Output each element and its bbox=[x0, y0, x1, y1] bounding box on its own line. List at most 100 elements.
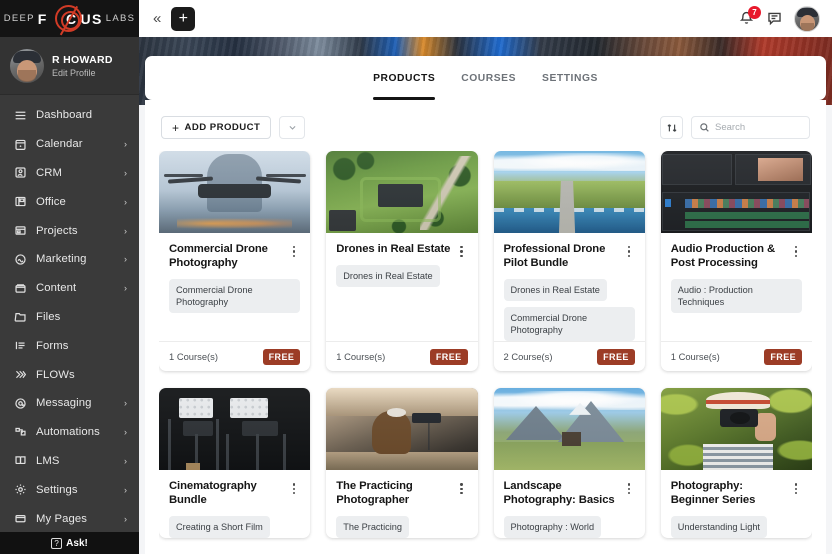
product-card[interactable]: Drones in Real Estate Drones in Real Est… bbox=[326, 151, 477, 371]
chevron-down-icon bbox=[288, 123, 297, 132]
product-card[interactable]: Landscape Photography: Basics Photograph… bbox=[494, 388, 645, 538]
chevron-right-icon: › bbox=[124, 485, 127, 495]
add-product-label: ADD PRODUCT bbox=[184, 122, 260, 133]
brand-labs: LABS bbox=[106, 13, 136, 24]
chat-icon bbox=[766, 10, 783, 27]
product-menu-icon[interactable] bbox=[288, 242, 300, 257]
product-card[interactable]: Photography: Beginner Series Understandi… bbox=[661, 388, 812, 538]
profile-name: R HOWARD bbox=[52, 54, 113, 66]
product-header: Professional Drone Pilot Bundle bbox=[504, 242, 635, 271]
sidebar-item-flows[interactable]: FLOWs bbox=[0, 360, 139, 389]
ask-button[interactable]: ? Ask! bbox=[0, 532, 139, 554]
marketing-icon bbox=[13, 252, 27, 266]
product-title: Photography: Beginner Series bbox=[671, 479, 786, 508]
product-tags: Drones in Real Estate bbox=[336, 265, 467, 287]
quick-add-button[interactable]: + bbox=[171, 7, 195, 31]
product-header: Photography: Beginner Series bbox=[671, 479, 802, 508]
user-avatar-button[interactable] bbox=[794, 6, 820, 32]
product-tag: Photography : World bbox=[504, 516, 602, 538]
sidebar-item-settings[interactable]: Settings › bbox=[0, 475, 139, 504]
product-card[interactable]: Professional Drone Pilot Bundle Drones i… bbox=[494, 151, 645, 371]
product-menu-icon[interactable] bbox=[456, 479, 468, 494]
sort-icon bbox=[666, 122, 678, 134]
tab-courses[interactable]: COURSES bbox=[461, 56, 516, 100]
product-footer: 2 Course(s) FREE bbox=[494, 341, 645, 371]
product-title: Audio Production & Post Processing bbox=[671, 242, 786, 271]
price-badge: FREE bbox=[263, 349, 301, 365]
course-count: 1 Course(s) bbox=[169, 351, 218, 362]
product-menu-icon[interactable] bbox=[623, 479, 635, 494]
gear-icon bbox=[13, 483, 27, 497]
brand-us: US bbox=[81, 11, 103, 27]
chevron-right-icon: › bbox=[124, 197, 127, 207]
tab-products[interactable]: PRODUCTS bbox=[373, 56, 435, 100]
add-product-dropdown-button[interactable] bbox=[279, 116, 305, 139]
product-tag: Commercial Drone Photography bbox=[504, 307, 635, 341]
product-card[interactable]: The Practicing Photographer The Practici… bbox=[326, 388, 477, 538]
price-badge: FREE bbox=[430, 349, 468, 365]
notifications-button[interactable]: 7 bbox=[738, 10, 756, 28]
product-card[interactable]: Audio Production & Post Processing Audio… bbox=[661, 151, 812, 371]
sidebar-item-content[interactable]: Content › bbox=[0, 274, 139, 303]
sidebar-item-marketing[interactable]: Marketing › bbox=[0, 245, 139, 274]
chevron-right-icon: › bbox=[124, 427, 127, 437]
product-body: Audio Production & Post Processing Audio… bbox=[661, 233, 812, 341]
product-header: Commercial Drone Photography bbox=[169, 242, 300, 271]
product-tag: Understanding Light bbox=[671, 516, 767, 538]
sidebar-item-files[interactable]: Files bbox=[0, 303, 139, 332]
sidebar-nav: Dashboard Calendar › CRM › Office › Pro bbox=[0, 95, 139, 532]
add-product-button[interactable]: + ADD PRODUCT bbox=[161, 116, 271, 139]
sidebar-item-label: Marketing bbox=[36, 253, 115, 265]
brand-deep: DEEP bbox=[4, 13, 35, 24]
sidebar-item-office[interactable]: Office › bbox=[0, 187, 139, 216]
search-box[interactable] bbox=[691, 116, 810, 139]
product-menu-icon[interactable] bbox=[288, 479, 300, 494]
sidebar-item-label: LMS bbox=[36, 455, 115, 467]
product-body: Professional Drone Pilot Bundle Drones i… bbox=[494, 233, 645, 341]
product-menu-icon[interactable] bbox=[456, 242, 468, 257]
price-badge: FREE bbox=[764, 349, 802, 365]
at-sign-icon bbox=[13, 396, 27, 410]
sidebar-item-label: Calendar bbox=[36, 138, 115, 150]
sidebar-item-calendar[interactable]: Calendar › bbox=[0, 130, 139, 159]
products-panel: + ADD PRODUCT bbox=[145, 100, 826, 554]
sidebar-item-label: Messaging bbox=[36, 397, 115, 409]
product-menu-icon[interactable] bbox=[790, 242, 802, 257]
product-tags: Audio : Production Techniques bbox=[671, 279, 802, 313]
product-thumbnail bbox=[159, 388, 310, 470]
product-card[interactable]: Cinematography Bundle Creating a Short F… bbox=[159, 388, 310, 538]
sidebar-item-automations[interactable]: Automations › bbox=[0, 418, 139, 447]
avatar bbox=[10, 49, 44, 83]
messages-button[interactable] bbox=[766, 10, 784, 28]
collapse-sidebar-button[interactable]: « bbox=[147, 11, 167, 26]
calendar-icon bbox=[13, 137, 27, 151]
product-tag: Audio : Production Techniques bbox=[671, 279, 802, 313]
product-menu-icon[interactable] bbox=[623, 242, 635, 257]
product-card[interactable]: Commercial Drone Photography Commercial … bbox=[159, 151, 310, 371]
product-menu-icon[interactable] bbox=[790, 479, 802, 494]
sidebar-item-lms[interactable]: LMS › bbox=[0, 447, 139, 476]
flows-icon bbox=[13, 368, 27, 382]
sort-button[interactable] bbox=[660, 116, 683, 139]
menu-icon bbox=[13, 108, 27, 122]
product-thumbnail bbox=[159, 151, 310, 233]
sidebar-item-forms[interactable]: Forms bbox=[0, 331, 139, 360]
sidebar-item-projects[interactable]: Projects › bbox=[0, 216, 139, 245]
product-header: Drones in Real Estate bbox=[336, 242, 467, 257]
course-count: 1 Course(s) bbox=[336, 351, 385, 362]
main-region: « + 7 PRODUCTS COURSES SETTINGS bbox=[139, 0, 832, 554]
tab-settings[interactable]: SETTINGS bbox=[542, 56, 598, 100]
sidebar-item-messaging[interactable]: Messaging › bbox=[0, 389, 139, 418]
product-tag: Drones in Real Estate bbox=[504, 279, 607, 301]
search-input[interactable] bbox=[715, 122, 826, 133]
sidebar-item-crm[interactable]: CRM › bbox=[0, 159, 139, 188]
aperture-icon bbox=[55, 5, 82, 32]
edit-profile-link[interactable]: Edit Profile bbox=[52, 68, 113, 78]
product-tags: Understanding Light bbox=[671, 516, 802, 538]
sidebar-item-dashboard[interactable]: Dashboard bbox=[0, 101, 139, 130]
sidebar-item-my-pages[interactable]: My Pages › bbox=[0, 504, 139, 532]
brand-logo[interactable]: DEEP F O C US LABS bbox=[0, 0, 139, 37]
sidebar-profile[interactable]: R HOWARD Edit Profile bbox=[0, 37, 139, 95]
sidebar-item-label: My Pages bbox=[36, 513, 115, 525]
tab-bar: PRODUCTS COURSES SETTINGS bbox=[145, 56, 826, 100]
